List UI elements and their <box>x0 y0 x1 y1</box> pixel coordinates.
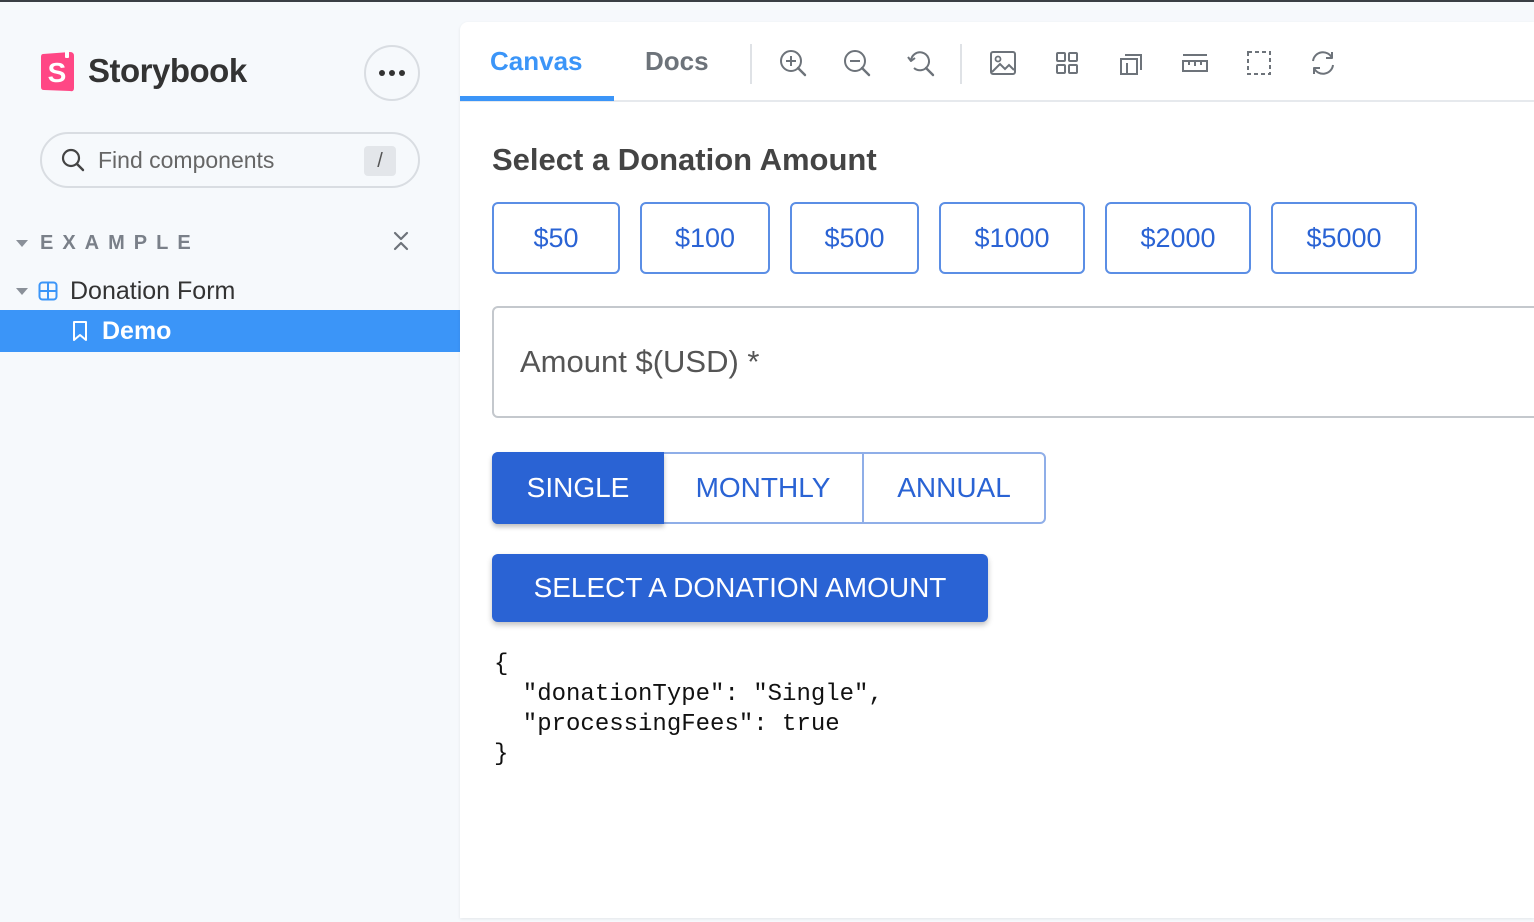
preview-panel: Canvas Docs Select a Donation Amount $50… <box>460 22 1534 918</box>
sidebar-item-donation-form[interactable]: Donation Form <box>16 274 235 308</box>
toolbar: Canvas Docs <box>460 22 1534 102</box>
sidebar-item-label: Demo <box>102 316 172 345</box>
section-header-example[interactable]: EXAMPLE <box>16 228 416 258</box>
toolbar-divider <box>750 44 752 84</box>
frequency-single-button[interactable]: SINGLE <box>492 452 664 524</box>
bookmark-icon <box>73 321 87 341</box>
frequency-toggle-group: SINGLE MONTHLY ANNUAL <box>492 452 1046 524</box>
output-line: "donationType": "Single", <box>494 681 883 708</box>
zoom-reset-icon[interactable] <box>906 48 936 78</box>
form-state-output: { "donationType": "Single", "processingF… <box>494 650 883 770</box>
zoom-out-icon[interactable] <box>842 48 872 78</box>
amount-input[interactable]: Amount $(USD) * <box>492 306 1534 418</box>
measure-icon[interactable] <box>1180 48 1210 78</box>
search-icon <box>61 148 85 172</box>
submit-donation-button[interactable]: SELECT A DONATION AMOUNT <box>492 554 988 622</box>
amount-field-label: Amount $(USD) * <box>520 344 760 379</box>
caret-down-icon <box>16 239 28 247</box>
collapse-all-icon[interactable] <box>390 228 412 254</box>
amount-button-5000[interactable]: $5000 <box>1271 202 1417 274</box>
more-menu-button[interactable] <box>364 45 420 101</box>
sidebar-item-label: Donation Form <box>70 276 236 305</box>
amount-button-100[interactable]: $100 <box>640 202 770 274</box>
output-line: } <box>494 741 509 768</box>
svg-text:S: S <box>48 57 67 88</box>
frequency-annual-button[interactable]: ANNUAL <box>864 454 1044 522</box>
ellipsis-icon <box>379 70 385 76</box>
amount-button-1000[interactable]: $1000 <box>939 202 1085 274</box>
frequency-monthly-button[interactable]: MONTHLY <box>664 454 864 522</box>
search-input[interactable] <box>98 146 348 174</box>
search-shortcut-badge: / <box>364 146 396 176</box>
zoom-in-icon[interactable] <box>778 48 808 78</box>
amount-button-500[interactable]: $500 <box>790 202 919 274</box>
background-icon[interactable] <box>988 48 1018 78</box>
tab-docs[interactable]: Docs <box>645 46 709 77</box>
brand-name: Storybook <box>88 52 247 89</box>
component-icon <box>38 281 58 301</box>
section-title: EXAMPLE <box>40 231 200 254</box>
viewport-icon[interactable] <box>1244 48 1274 78</box>
grid-icon[interactable] <box>1052 48 1082 78</box>
story-canvas: Select a Donation Amount $50 $100 $500 $… <box>460 102 1534 918</box>
active-tab-indicator <box>460 96 614 101</box>
sidebar: S Storybook / EXAMPLE Donation Form <box>0 2 460 922</box>
output-line: "processingFees": true <box>494 711 840 738</box>
caret-down-icon <box>16 287 28 295</box>
toolbar-divider <box>960 44 962 84</box>
search-box[interactable]: / <box>40 132 420 188</box>
amount-button-2000[interactable]: $2000 <box>1105 202 1251 274</box>
outline-icon[interactable] <box>1116 48 1146 78</box>
tab-canvas[interactable]: Canvas <box>490 46 583 77</box>
storybook-logo-icon: S <box>41 50 74 92</box>
output-line: { <box>494 651 509 678</box>
remount-icon[interactable] <box>1308 48 1338 78</box>
sidebar-item-demo[interactable]: Demo <box>0 310 460 352</box>
amount-button-50[interactable]: $50 <box>492 202 620 274</box>
brand[interactable]: S Storybook <box>40 50 247 92</box>
form-title: Select a Donation Amount <box>492 142 877 177</box>
